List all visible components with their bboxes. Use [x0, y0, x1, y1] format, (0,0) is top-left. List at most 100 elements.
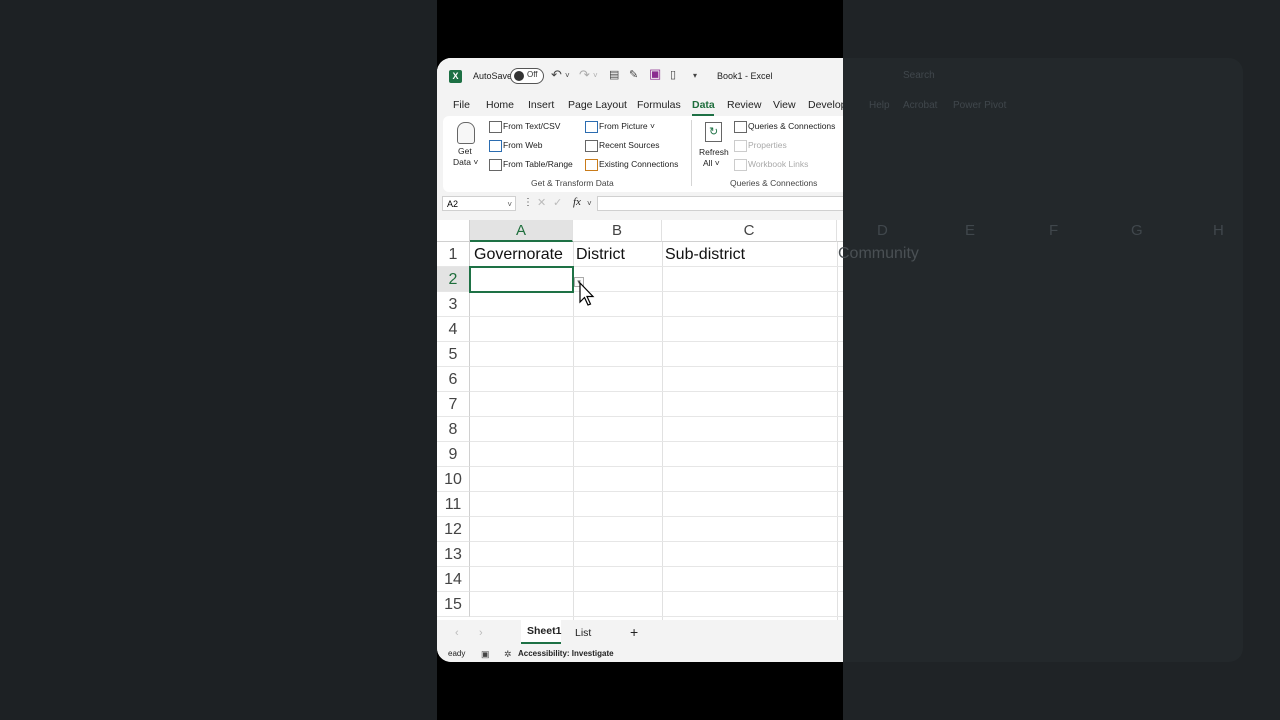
tab-file[interactable]: File	[453, 99, 470, 111]
excel-logo-icon: X	[449, 70, 462, 83]
overlay-tab-help: Help	[869, 100, 890, 111]
column-header-c[interactable]: C	[662, 220, 837, 242]
status-ready: eady	[448, 649, 466, 658]
dimmed-excel-continuation: Search Help Acrobat Power Pivot D E F G …	[843, 58, 1243, 662]
existing-connections-button[interactable]: Existing Connections	[599, 159, 678, 169]
workbook-links-icon	[734, 159, 747, 171]
row-header[interactable]: 4	[437, 317, 470, 342]
overlay-col-g: G	[1131, 222, 1143, 239]
save-icon[interactable]: ▣	[649, 67, 661, 80]
undo-icon[interactable]: ↶	[551, 68, 562, 81]
accessibility-status[interactable]: Accessibility: Investigate	[518, 649, 614, 658]
undo-dropdown-icon[interactable]: ˅	[565, 70, 570, 82]
tab-review[interactable]: Review	[727, 99, 761, 111]
overlay-search: Search	[903, 70, 935, 81]
group-get-transform-label: Get & Transform Data	[531, 178, 614, 188]
row-header[interactable]: 8	[437, 417, 470, 442]
new-file-icon[interactable]: ▯	[670, 69, 676, 81]
tab-page-layout[interactable]: Page Layout	[568, 99, 627, 111]
get-data-label-1: Get	[458, 146, 472, 156]
cell-b1[interactable]: District	[576, 242, 625, 267]
row-header[interactable]: 6	[437, 367, 470, 392]
column-header-b[interactable]: B	[573, 220, 662, 242]
row-header[interactable]: 1	[437, 242, 470, 267]
dim-overlay: Search Help Acrobat Power Pivot D E F G …	[838, 0, 1280, 720]
select-all-corner[interactable]	[437, 220, 470, 242]
grid-line-b	[573, 242, 574, 620]
name-box[interactable]: A2 ˅	[442, 196, 516, 211]
autosave-toggle[interactable]: Off	[510, 68, 544, 84]
row-header[interactable]: 7	[437, 392, 470, 417]
overlay-col-e: E	[965, 222, 976, 239]
grid-line-c	[662, 242, 663, 620]
properties-button[interactable]: Properties	[748, 140, 787, 150]
scroll-right-icon[interactable]: ›	[479, 627, 483, 639]
sheet-tab-sheet1[interactable]: Sheet1	[521, 620, 561, 644]
customize-toolbar-icon[interactable]: ▾	[693, 70, 697, 82]
row-header[interactable]: 14	[437, 567, 470, 592]
macro-record-icon[interactable]: ▣	[481, 648, 490, 660]
overlay-col-h: H	[1213, 222, 1224, 239]
redo-dropdown-icon[interactable]: ˅	[593, 70, 598, 82]
name-box-value: A2	[447, 199, 459, 209]
cell-d1-overflow: Community	[838, 245, 919, 262]
autosave-state: Off	[527, 70, 538, 79]
from-text-csv-button[interactable]: From Text/CSV	[503, 121, 560, 131]
refresh-label-1: Refresh	[699, 147, 729, 157]
row-header[interactable]: 3	[437, 292, 470, 317]
tab-formulas[interactable]: Formulas	[637, 99, 681, 111]
tab-view[interactable]: View	[773, 99, 796, 111]
scroll-left-icon[interactable]: ‹	[455, 627, 459, 639]
refresh-icon: ↻	[705, 122, 722, 142]
from-web-button[interactable]: From Web	[503, 140, 543, 150]
mouse-cursor-icon	[579, 282, 595, 306]
table-icon	[489, 159, 502, 171]
left-background	[0, 0, 437, 720]
queries-connections-button[interactable]: Queries & Connections	[748, 121, 835, 131]
enter-icon[interactable]: ✓	[553, 197, 562, 209]
name-box-dropdown-icon[interactable]: ˅	[507, 197, 512, 212]
row-header[interactable]: 2	[437, 267, 470, 292]
properties-icon	[734, 140, 747, 152]
insert-function-button[interactable]: fx	[573, 196, 581, 208]
overlay-col-d: D	[877, 222, 888, 239]
row-header[interactable]: 13	[437, 542, 470, 567]
tab-insert[interactable]: Insert	[528, 99, 554, 111]
column-header-a[interactable]: A	[470, 220, 573, 242]
more-options-icon[interactable]: ⋮	[523, 197, 533, 209]
existing-connections-icon	[585, 159, 598, 171]
row-header[interactable]: 15	[437, 592, 470, 617]
accessibility-icon[interactable]: ✲	[504, 648, 512, 660]
fx-dropdown-icon[interactable]: ˅	[587, 198, 592, 210]
cell-a1[interactable]: Governorate	[474, 242, 563, 267]
row-header[interactable]: 11	[437, 492, 470, 517]
row-header[interactable]: 10	[437, 467, 470, 492]
from-picture-button[interactable]: From Picture ˅	[599, 121, 655, 131]
recent-sources-button[interactable]: Recent Sources	[599, 140, 659, 150]
queries-connections-icon	[734, 121, 747, 133]
refresh-all-button[interactable]: ↻ Refresh All ˅	[697, 120, 729, 170]
brush-icon[interactable]: ✎	[629, 69, 638, 81]
tab-developer[interactable]: Develop	[808, 99, 847, 111]
active-cell-a2[interactable]	[469, 266, 574, 293]
recent-sources-icon	[585, 140, 598, 152]
picture-icon	[585, 121, 598, 133]
from-table-range-button[interactable]: From Table/Range	[503, 159, 573, 169]
web-icon	[489, 140, 502, 152]
cell-c1[interactable]: Sub-district	[665, 242, 745, 267]
sheet-tab-sheet1-label: Sheet1	[527, 625, 562, 637]
row-header[interactable]: 9	[437, 442, 470, 467]
cancel-icon[interactable]: ✕	[537, 197, 546, 209]
row-header[interactable]: 12	[437, 517, 470, 542]
redo-icon[interactable]: ↷	[579, 68, 590, 81]
add-sheet-button[interactable]: +	[630, 624, 638, 640]
tab-home[interactable]: Home	[486, 99, 514, 111]
tab-data[interactable]: Data	[692, 99, 715, 111]
form-icon[interactable]: ▤	[609, 69, 619, 81]
get-data-button[interactable]: Get Data ˅	[451, 120, 479, 170]
workbook-links-button[interactable]: Workbook Links	[748, 159, 808, 169]
sheet-tab-list[interactable]: List	[575, 627, 591, 639]
autosave-label: AutoSave	[473, 71, 513, 81]
row-header[interactable]: 5	[437, 342, 470, 367]
grid-line-d	[837, 242, 838, 620]
